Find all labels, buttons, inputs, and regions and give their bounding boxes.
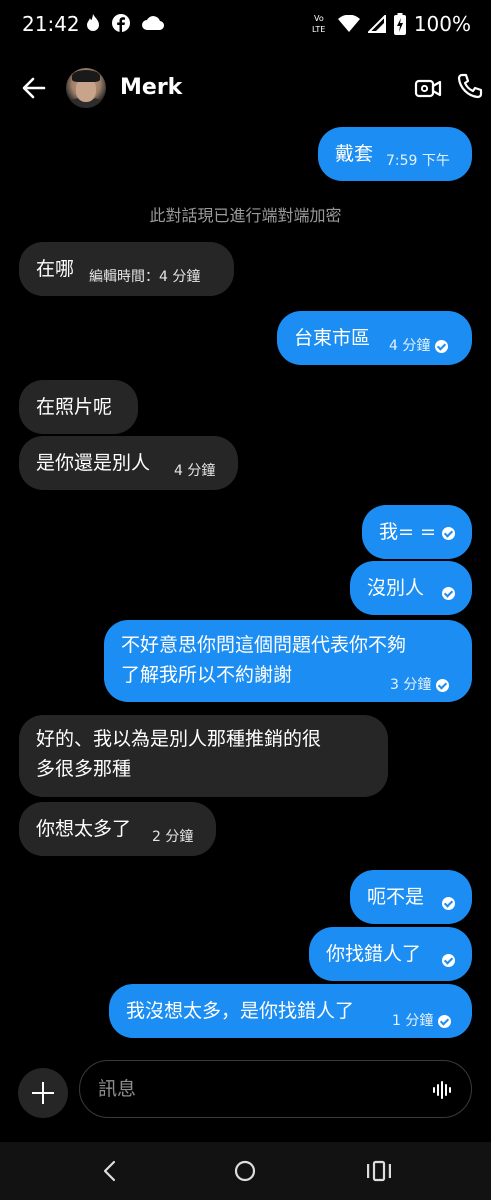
message-timestamp: 1 分鐘 [392,1006,452,1036]
read-check-icon [435,339,449,353]
read-check-icon [442,587,455,600]
message-bubble[interactable]: 沒別人 [350,561,472,615]
message-bubble[interactable]: 戴套 7:59 下午 [318,127,472,181]
nav-recent-apps-icon[interactable] [366,1159,392,1183]
read-check-icon [442,897,455,910]
message-timestamp: 編輯時間：4 分鐘 [89,269,201,285]
svg-text:LTE: LTE [312,25,325,34]
read-check-icon [442,954,455,967]
contact-name[interactable]: Merk [120,75,182,100]
message-bubble[interactable]: 在照片呢 [19,380,138,434]
phone-icon[interactable] [456,72,484,100]
composer [0,1058,491,1122]
message-timestamp: 4 分鐘 [389,331,449,361]
message-bubble[interactable]: 在哪 編輯時間：4 分鐘 [19,242,234,296]
flame-icon [87,14,99,31]
voice-message-icon[interactable] [431,1079,453,1101]
nav-home-icon[interactable] [233,1159,257,1183]
message-timestamp: 3 分鐘 [390,670,450,700]
message-timestamp: 2 分鐘 [152,829,194,845]
message-list: 戴套 7:59 下午 此對話現已進行端對端加密 在哪 編輯時間：4 分鐘 台東市… [0,120,491,1050]
system-nav-bar [0,1142,491,1200]
back-arrow-icon[interactable] [18,72,50,104]
status-time: 21:42 [22,12,80,36]
chat-header: Merk [0,58,491,118]
message-bubble[interactable]: 是你還是別人 4 分鐘 [19,436,238,490]
nav-back-icon[interactable] [98,1159,122,1183]
video-call-icon[interactable] [414,74,442,102]
message-field-container [79,1060,472,1118]
message-bubble[interactable]: 呃不是 [350,870,472,924]
volte-icon: Vo LTE [312,14,325,34]
cloud-icon [142,16,164,31]
message-bubble[interactable]: 你找錯人了 [309,927,472,981]
message-bubble[interactable]: 我= = [362,505,472,559]
signal-icon [367,15,386,33]
read-check-icon [436,678,450,692]
message-timestamp: 7:59 下午 [386,153,450,169]
message-bubble[interactable]: 好的、我以為是別人那種推銷的很 多很多那種 [19,715,388,797]
message-bubble[interactable]: 我沒想太多，是你找錯人了 1 分鐘 [109,984,472,1038]
read-check-icon [438,1014,452,1028]
facebook-icon [112,14,130,32]
svg-text:Vo: Vo [314,14,324,23]
message-input[interactable] [98,1073,418,1105]
battery-percent: 100% [413,12,471,36]
message-bubble[interactable]: 不好意思你問這個問題代表你不夠 了解我所以不約謝謝 3 分鐘 [104,620,472,702]
encryption-notice: 此對話現已進行端對端加密 [149,206,342,225]
message-bubble[interactable]: 台東市區 4 分鐘 [277,311,472,365]
battery-icon [393,13,406,35]
message-bubble[interactable]: 你想太多了 2 分鐘 [19,802,216,856]
read-check-icon [442,527,455,540]
add-button[interactable] [18,1068,68,1118]
avatar[interactable] [66,68,106,108]
status-bar: 21:42 Vo LTE 100% [0,0,491,50]
message-timestamp: 4 分鐘 [174,463,216,479]
wifi-icon [337,15,360,32]
